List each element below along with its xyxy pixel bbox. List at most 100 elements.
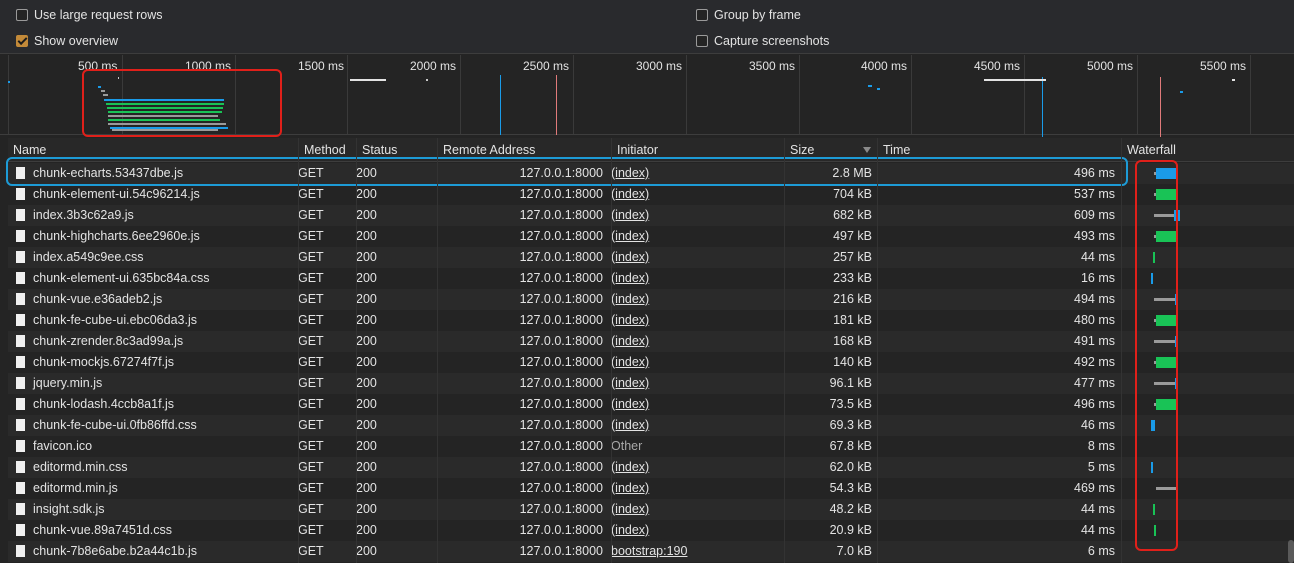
grid-line bbox=[799, 55, 800, 134]
request-name-cell[interactable]: chunk-mockjs.67274f7f.js bbox=[13, 352, 293, 373]
request-initiator[interactable]: (index) bbox=[611, 226, 781, 247]
grid-line bbox=[686, 55, 687, 134]
request-name: chunk-vue.89a7451d.css bbox=[33, 523, 172, 537]
request-row[interactable]: chunk-vue.89a7451d.css GET 200 127.0.0.1:80… bbox=[8, 520, 1294, 541]
column-header-waterfall[interactable]: Waterfall bbox=[1121, 138, 1294, 162]
request-name-cell[interactable]: chunk-zrender.8c3ad99a.js bbox=[13, 331, 293, 352]
show-overview-option[interactable]: Show overview bbox=[16, 32, 118, 50]
grid-line bbox=[911, 55, 912, 134]
request-row[interactable]: jquery.min.js GET 200 127.0.0.1:8000 (index)… bbox=[8, 373, 1294, 394]
request-status: 200 bbox=[356, 460, 377, 474]
request-name-cell[interactable]: chunk-vue.89a7451d.css bbox=[13, 520, 293, 541]
request-name: chunk-element-ui.635bc84a.css bbox=[33, 271, 210, 285]
request-initiator[interactable]: (index) bbox=[611, 268, 781, 289]
tick-label: 2500 ms bbox=[523, 59, 570, 73]
request-initiator[interactable]: (index) bbox=[611, 415, 781, 436]
overview-request-bar bbox=[984, 79, 1046, 81]
request-method: GET bbox=[298, 418, 324, 432]
file-icon bbox=[16, 209, 25, 221]
request-row[interactable]: index.3b3c62a9.js GET 200 127.0.0.1:8000 (in… bbox=[8, 205, 1294, 226]
request-name-cell[interactable]: chunk-element-ui.54c96214.js bbox=[13, 184, 293, 205]
request-initiator[interactable]: (index) bbox=[611, 247, 781, 268]
request-name-cell[interactable]: chunk-fe-cube-ui.0fb86ffd.css bbox=[13, 415, 293, 436]
request-initiator[interactable]: (index) bbox=[611, 520, 781, 541]
group-by-frame-option[interactable]: Group by frame bbox=[696, 6, 801, 24]
request-name-cell[interactable]: insight.sdk.js bbox=[13, 499, 293, 520]
request-time: 609 ms bbox=[1074, 208, 1115, 222]
request-initiator[interactable]: (index) bbox=[611, 184, 781, 205]
request-name: chunk-mockjs.67274f7f.js bbox=[33, 355, 175, 369]
request-row[interactable]: insight.sdk.js GET 200 127.0.0.1:8000 (index… bbox=[8, 499, 1294, 520]
request-row[interactable]: editormd.min.css GET 200 127.0.0.1:8000 (ind… bbox=[8, 457, 1294, 478]
request-method: GET bbox=[298, 250, 324, 264]
request-status: 200 bbox=[356, 355, 377, 369]
request-name-cell[interactable]: chunk-element-ui.635bc84a.css bbox=[13, 268, 293, 289]
overview-request-bar bbox=[426, 79, 428, 81]
request-row[interactable]: chunk-highcharts.6ee2960e.js GET 200 127.0.… bbox=[8, 226, 1294, 247]
file-icon bbox=[16, 440, 25, 452]
request-initiator[interactable]: (index) bbox=[611, 373, 781, 394]
request-row[interactable]: chunk-element-ui.635bc84a.css GET 200 127.0… bbox=[8, 268, 1294, 289]
request-name-cell[interactable]: favicon.ico bbox=[13, 436, 293, 457]
file-icon bbox=[16, 293, 25, 305]
request-status: 200 bbox=[356, 544, 377, 558]
group-by-frame-checkbox[interactable] bbox=[696, 9, 708, 21]
scrollbar-thumb[interactable] bbox=[1288, 540, 1294, 563]
request-remote-address: 127.0.0.1:8000 bbox=[519, 418, 603, 432]
request-method: GET bbox=[298, 187, 324, 201]
request-initiator[interactable]: (index) bbox=[611, 205, 781, 226]
grid-line bbox=[1250, 55, 1251, 134]
show-overview-checkbox[interactable] bbox=[16, 35, 28, 47]
file-icon bbox=[16, 377, 25, 389]
request-row[interactable]: chunk-element-ui.54c96214.js GET 200 127.0.… bbox=[8, 184, 1294, 205]
request-initiator[interactable]: (index) bbox=[611, 478, 781, 499]
request-name-cell[interactable]: index.a549c9ee.css bbox=[13, 247, 293, 268]
request-initiator[interactable]: (index) bbox=[611, 457, 781, 478]
request-name-cell[interactable]: editormd.min.js bbox=[13, 478, 293, 499]
large-rows-option[interactable]: Use large request rows bbox=[16, 6, 163, 24]
large-rows-checkbox[interactable] bbox=[16, 9, 28, 21]
request-initiator[interactable]: (index) bbox=[611, 289, 781, 310]
request-status: 200 bbox=[356, 271, 377, 285]
request-name-cell[interactable]: chunk-lodash.4ccb8a1f.js bbox=[13, 394, 293, 415]
request-row[interactable]: favicon.ico GET 200 127.0.0.1:8000 Other 67.8… bbox=[8, 436, 1294, 457]
request-name-cell[interactable]: chunk-highcharts.6ee2960e.js bbox=[13, 226, 293, 247]
request-row[interactable]: chunk-lodash.4ccb8a1f.js GET 200 127.0.0.1:… bbox=[8, 394, 1294, 415]
request-row[interactable]: chunk-zrender.8c3ad99a.js GET 200 127.0.0.1… bbox=[8, 331, 1294, 352]
overview-request-bar bbox=[868, 85, 872, 87]
tick-label: 3500 ms bbox=[749, 59, 796, 73]
request-name-cell[interactable]: chunk-vue.e36adeb2.js bbox=[13, 289, 293, 310]
request-initiator[interactable]: (index) bbox=[611, 331, 781, 352]
request-name: chunk-fe-cube-ui.ebc06da3.js bbox=[33, 313, 197, 327]
request-row[interactable]: chunk-fe-cube-ui.0fb86ffd.css GET 200 127.0… bbox=[8, 415, 1294, 436]
tick-label: 4000 ms bbox=[861, 59, 908, 73]
request-remote-address: 127.0.0.1:8000 bbox=[519, 397, 603, 411]
tick-label: 5500 ms bbox=[1200, 59, 1247, 73]
request-name-cell[interactable]: chunk-7b8e6abe.b2a44c1b.js bbox=[13, 541, 293, 562]
request-name: chunk-fe-cube-ui.0fb86ffd.css bbox=[33, 418, 197, 432]
request-method: GET bbox=[298, 439, 324, 453]
request-row[interactable]: editormd.min.js GET 200 127.0.0.1:8000 (inde… bbox=[8, 478, 1294, 499]
request-method: GET bbox=[298, 313, 324, 327]
request-remote-address: 127.0.0.1:8000 bbox=[519, 208, 603, 222]
request-name-cell[interactable]: chunk-fe-cube-ui.ebc06da3.js bbox=[13, 310, 293, 331]
request-row[interactable]: chunk-fe-cube-ui.ebc06da3.js GET 200 127.0.… bbox=[8, 310, 1294, 331]
request-row[interactable]: chunk-7b8e6abe.b2a44c1b.js GET 200 127.0.0.… bbox=[8, 541, 1294, 562]
request-initiator[interactable]: (index) bbox=[611, 499, 781, 520]
request-initiator[interactable]: bootstrap:190 bbox=[611, 541, 781, 562]
request-name-cell[interactable]: editormd.min.css bbox=[13, 457, 293, 478]
capture-screenshots-option[interactable]: Capture screenshots bbox=[696, 32, 829, 50]
request-initiator[interactable]: (index) bbox=[611, 394, 781, 415]
request-size: 233 kB bbox=[833, 271, 872, 285]
request-initiator[interactable]: (index) bbox=[611, 310, 781, 331]
capture-screenshots-checkbox[interactable] bbox=[696, 35, 708, 47]
tick-label: 3000 ms bbox=[636, 59, 683, 73]
request-row[interactable]: chunk-mockjs.67274f7f.js GET 200 127.0.0.1:… bbox=[8, 352, 1294, 373]
request-row[interactable]: index.a549c9ee.css GET 200 127.0.0.1:8000 (i… bbox=[8, 247, 1294, 268]
request-name-cell[interactable]: jquery.min.js bbox=[13, 373, 293, 394]
request-initiator: Other bbox=[611, 439, 643, 453]
request-name-cell[interactable]: index.3b3c62a9.js bbox=[13, 205, 293, 226]
request-row[interactable]: chunk-vue.e36adeb2.js GET 200 127.0.0.1:800… bbox=[8, 289, 1294, 310]
request-initiator[interactable]: (index) bbox=[611, 352, 781, 373]
request-method: GET bbox=[298, 523, 324, 537]
